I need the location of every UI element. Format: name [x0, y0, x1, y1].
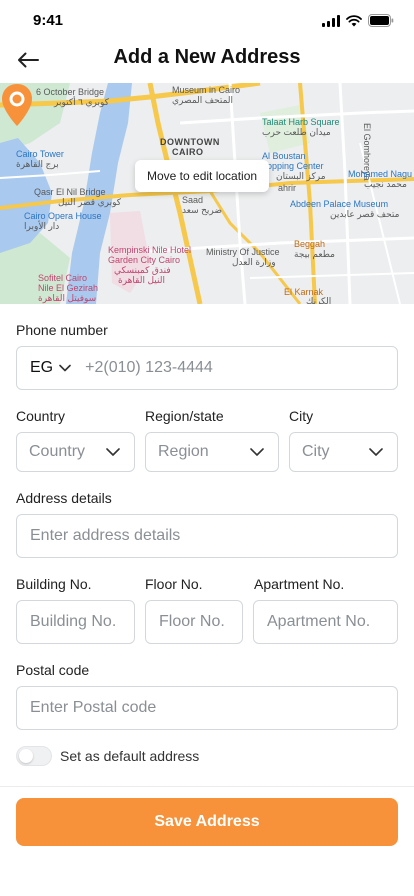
chevron-down-icon — [250, 448, 264, 456]
building-input[interactable] — [17, 613, 134, 631]
map-label-cairo: CAIRO — [172, 147, 204, 157]
map-label-saad-ar: ضريح سعد — [182, 205, 223, 215]
chevron-down-icon — [106, 448, 120, 456]
postal-field — [16, 686, 398, 730]
map-label-boustan2: hopping Center — [262, 161, 324, 171]
map-label-beggah-ar: مطعم بيجة — [294, 249, 335, 259]
map-label-october-bridge-ar: كوبري ٦ أكتوبر — [54, 97, 109, 107]
map-label-mohamed-ar: محمد نجيب — [364, 179, 407, 189]
map-label-boustan-ar: مركز البستان — [276, 171, 326, 181]
address-input[interactable] — [17, 527, 397, 545]
map-label-sofitel2: Nile El Gezirah — [38, 283, 99, 293]
map-label-abdeen-ar: متحف قصر عابدين — [330, 209, 400, 219]
postal-input[interactable] — [17, 699, 397, 717]
phone-label: Phone number — [16, 322, 108, 338]
divider — [0, 786, 414, 787]
map-label-tahrir: ahrir — [278, 183, 297, 193]
region-select[interactable]: Region — [145, 432, 279, 472]
cellular-signal-icon — [322, 14, 340, 27]
map-label-talaat-ar: ميدان طلعت حرب — [262, 127, 331, 137]
map-label-justice: Ministry Of Justice — [206, 247, 280, 257]
country-select[interactable]: Country — [16, 432, 135, 472]
map-label-museum: Museum in Cairo — [172, 85, 241, 95]
map-label-kempinski: Kempinski Nile Hotel — [108, 245, 192, 255]
location-map[interactable]: 6 October Bridge كوبري ٦ أكتوبر Museum i… — [0, 83, 414, 304]
map-label-mohamed: Mohamed Nagu — [348, 169, 413, 179]
map-label-october-bridge: 6 October Bridge — [36, 87, 105, 97]
header: Add a New Address — [0, 40, 414, 80]
phone-input[interactable] — [71, 359, 397, 377]
map-label-sofitel: Sofitel Cairo — [38, 273, 88, 283]
region-select-value: Region — [158, 443, 209, 460]
country-label: Country — [16, 408, 66, 424]
map-label-justice-ar: وزارة العدل — [232, 257, 276, 267]
map-label-kempinski-ar: فندق كمبنسكي — [114, 265, 171, 275]
building-field — [16, 600, 135, 644]
country-select-value: Country — [29, 443, 86, 460]
map-label-qasr-ar: كوبري قصر النيل — [58, 197, 122, 207]
default-address-toggle[interactable] — [16, 746, 52, 766]
city-select-value: City — [302, 443, 330, 460]
default-address-label: Set as default address — [60, 748, 200, 764]
postal-label: Postal code — [16, 662, 90, 678]
page-title: Add a New Address — [113, 46, 301, 68]
chevron-down-icon — [369, 448, 383, 456]
country-code-selector[interactable]: EG — [17, 359, 71, 377]
wifi-icon — [346, 14, 362, 26]
map-label-qasr: Qasr El Nil Bridge — [34, 187, 106, 197]
status-bar: 9:41 — [0, 0, 414, 44]
address-field — [16, 514, 398, 558]
floor-input[interactable] — [146, 613, 242, 631]
map-label-kempinski-ar2: النيل القاهرة — [118, 275, 165, 285]
chevron-down-icon — [59, 364, 71, 372]
map-label-sofitel-ar: سوفيتل القاهرة — [38, 293, 97, 303]
location-pin-icon[interactable] — [0, 83, 34, 127]
floor-field — [145, 600, 243, 644]
floor-label: Floor No. — [145, 576, 203, 592]
region-label: Region/state — [145, 408, 224, 424]
save-address-button[interactable]: Save Address — [16, 798, 398, 846]
map-label-talaat: Talaat Harb Square — [262, 117, 340, 127]
map-label-cairo-tower: Cairo Tower — [16, 149, 64, 159]
map-label-boustan: Al Boustan — [262, 151, 306, 161]
battery-icon — [368, 14, 394, 27]
map-label-karnak-ar: الكرنك — [306, 296, 332, 304]
phone-field: EG — [16, 346, 398, 390]
apartment-field — [253, 600, 398, 644]
toggle-knob — [19, 749, 33, 763]
status-icons — [322, 14, 394, 27]
map-label-kempinski2: Garden City Cairo — [108, 255, 181, 265]
map-label-opera-ar: دار الأوبرا — [24, 221, 60, 231]
apartment-input[interactable] — [254, 613, 397, 631]
city-select[interactable]: City — [289, 432, 398, 472]
map-label-opera: Cairo Opera House — [24, 211, 102, 221]
map-label-beggah: Beggah — [294, 239, 326, 249]
map-label-cairo-tower-ar: برج القاهرة — [16, 159, 59, 169]
map-label-downtown: DOWNTOWN — [160, 137, 220, 147]
status-time: 9:41 — [33, 12, 64, 29]
map-label-museum-ar: المتحف المصري — [172, 95, 234, 105]
apartment-label: Apartment No. — [254, 576, 345, 592]
address-label: Address details — [16, 490, 112, 506]
map-label-abdeen: Abdeen Palace Museum — [290, 199, 389, 209]
map-tooltip: Move to edit location — [135, 160, 270, 192]
city-label: City — [289, 408, 314, 424]
building-label: Building No. — [16, 576, 92, 592]
map-label-saad: Saad — [182, 195, 204, 205]
country-code-value: EG — [30, 359, 54, 376]
